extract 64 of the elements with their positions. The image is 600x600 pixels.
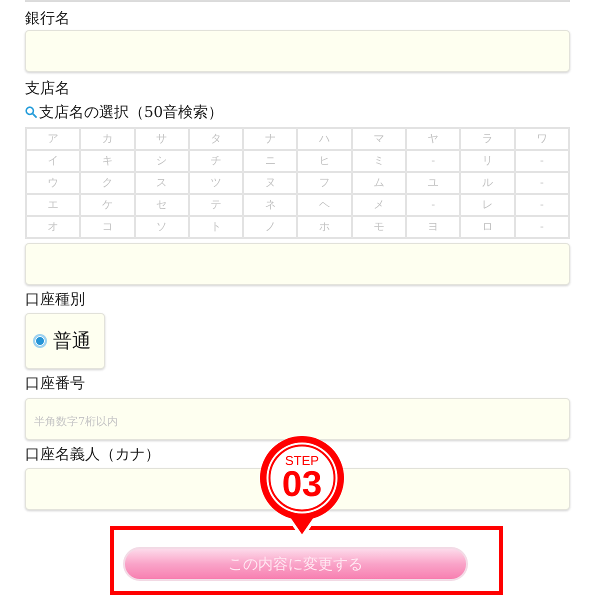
kana-cell[interactable]: ク (80, 172, 135, 194)
kana-cell[interactable]: イ (26, 150, 80, 172)
kana-cell[interactable]: ホ (297, 216, 352, 238)
kana-cell[interactable]: ナ (243, 128, 298, 150)
kana-cell[interactable]: ネ (243, 194, 298, 216)
step-label: STEP (285, 454, 319, 468)
text-field[interactable]: 半角数字7桁以内 (25, 398, 570, 440)
kana-cell[interactable]: ケ (80, 194, 135, 216)
search-link[interactable]: 支店名の選択（50音検索） (25, 102, 224, 122)
field-label: 口座名義人（カナ） (25, 444, 160, 464)
kana-cell[interactable]: コ (80, 216, 135, 238)
kana-cell[interactable]: - (406, 194, 460, 216)
kana-cell[interactable]: ア (26, 128, 80, 150)
kana-cell[interactable]: - (514, 216, 569, 238)
kana-cell[interactable]: ヌ (243, 172, 298, 194)
kana-cell[interactable]: ヤ (406, 128, 460, 150)
field-label: 口座種別 (25, 289, 85, 309)
text-field[interactable] (25, 243, 570, 285)
kana-cell[interactable]: ム (352, 172, 406, 194)
kana-cell[interactable]: シ (134, 150, 189, 172)
kana-cell[interactable]: ラ (460, 128, 515, 150)
kana-cell[interactable]: ル (460, 172, 515, 194)
kana-cell[interactable]: ニ (243, 150, 298, 172)
kana-cell[interactable]: セ (134, 194, 189, 216)
kana-cell[interactable]: リ (460, 150, 515, 172)
kana-cell[interactable]: ワ (514, 128, 569, 150)
submit-button[interactable]: この内容に変更する (123, 547, 468, 581)
kana-cell[interactable]: オ (26, 216, 80, 238)
kana-cell[interactable]: フ (297, 172, 352, 194)
field-label: 支店名 (25, 78, 70, 98)
kana-cell[interactable]: メ (352, 194, 406, 216)
kana-cell[interactable]: モ (352, 216, 406, 238)
kana-cell[interactable]: ソ (134, 216, 189, 238)
kana-cell[interactable]: ユ (406, 172, 460, 194)
kana-cell[interactable]: ト (188, 216, 244, 238)
radio-option[interactable]: 普通 (25, 313, 105, 369)
kana-cell[interactable]: サ (134, 128, 189, 150)
kana-cell[interactable]: レ (460, 194, 515, 216)
kana-cell[interactable]: ロ (460, 216, 515, 238)
kana-cell[interactable]: ヒ (297, 150, 352, 172)
kana-cell[interactable]: - (406, 150, 460, 172)
field-label: 口座番号 (25, 373, 85, 393)
kana-cell[interactable]: ヨ (406, 216, 460, 238)
kana-cell[interactable]: マ (352, 128, 406, 150)
kana-cell[interactable]: ノ (243, 216, 298, 238)
field-label: 銀行名 (25, 8, 70, 28)
kana-cell[interactable]: ヘ (297, 194, 352, 216)
kana-cell[interactable]: ス (134, 172, 189, 194)
kana-cell[interactable]: ウ (26, 172, 80, 194)
kana-cell[interactable]: - (514, 172, 569, 194)
search-icon (25, 106, 37, 118)
kana-cell[interactable]: ツ (188, 172, 244, 194)
kana-cell[interactable]: テ (188, 194, 244, 216)
text-field[interactable] (25, 30, 570, 72)
kana-cell[interactable]: ハ (297, 128, 352, 150)
step-number: 03 (282, 466, 322, 502)
kana-cell[interactable]: エ (26, 194, 80, 216)
kana-cell[interactable]: タ (188, 128, 244, 150)
kana-cell[interactable]: ミ (352, 150, 406, 172)
kana-cell[interactable]: カ (80, 128, 135, 150)
kana-cell[interactable]: キ (80, 150, 135, 172)
kana-cell[interactable]: チ (188, 150, 244, 172)
kana-cell[interactable]: - (514, 150, 569, 172)
kana-cell[interactable]: - (514, 194, 569, 216)
